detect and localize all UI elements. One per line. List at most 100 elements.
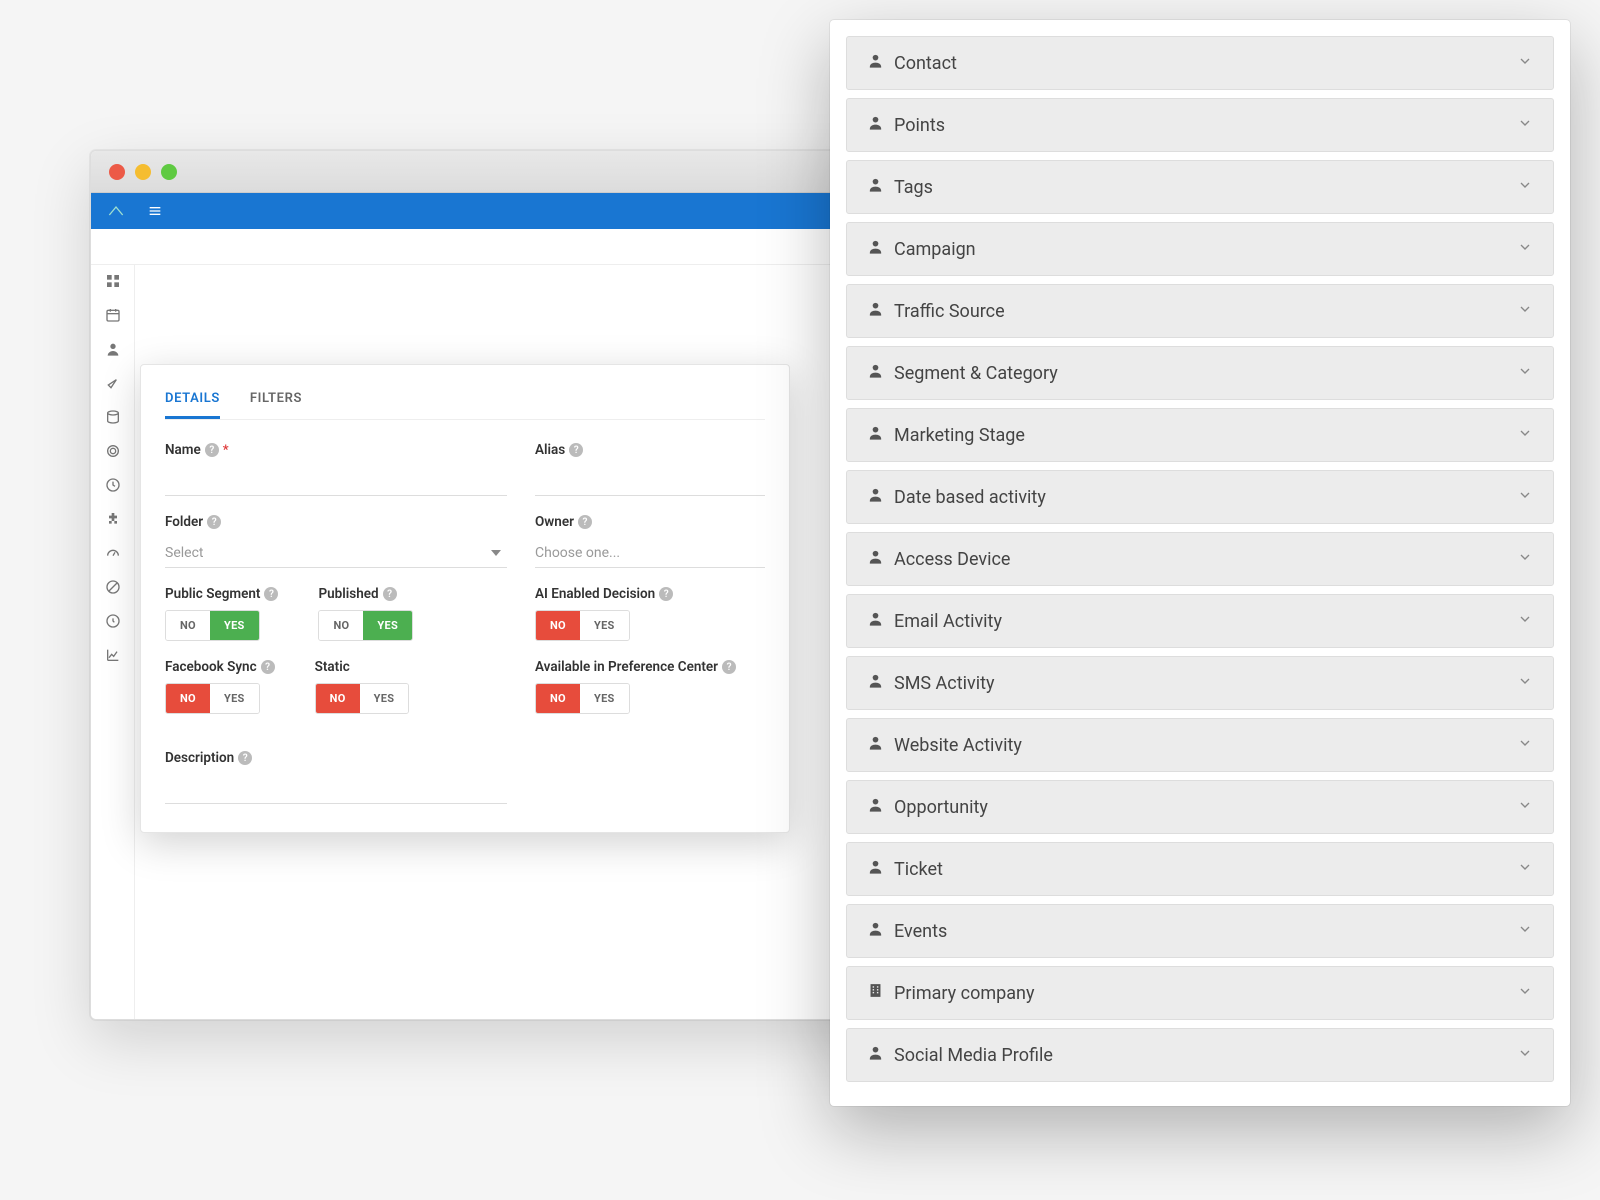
folder-select[interactable]: Select [165,538,507,568]
public-segment-toggle[interactable]: NO YES [165,610,260,641]
user-icon [867,610,884,632]
target-icon[interactable] [103,441,123,461]
static-toggle[interactable]: NO YES [315,683,410,714]
close-icon[interactable] [109,164,125,180]
toggle-no[interactable]: NO [166,684,210,713]
help-icon[interactable]: ? [578,515,592,529]
toggle-no[interactable]: NO [166,611,210,640]
accordion-item[interactable]: Traffic Source [846,284,1554,338]
accordion-item[interactable]: Tags [846,160,1554,214]
help-icon[interactable]: ? [238,751,252,765]
accordion-label: Segment & Category [894,363,1058,384]
facebook-sync-toggle[interactable]: NO YES [165,683,260,714]
tab-filters[interactable]: FILTERS [250,391,302,419]
accordion-label: Contact [894,53,957,74]
accordion-label: Points [894,115,945,136]
toggle-no[interactable]: NO [316,684,360,713]
maximize-icon[interactable] [161,164,177,180]
user-icon [867,362,884,384]
accordion-label: Website Activity [894,735,1022,756]
accordion-item[interactable]: Contact [846,36,1554,90]
toggle-no[interactable]: NO [536,611,580,640]
chevron-down-icon [1517,301,1533,321]
accordion-item[interactable]: Social Media Profile [846,1028,1554,1082]
pref-center-toggle[interactable]: NO YES [535,683,630,714]
description-input[interactable] [165,778,507,804]
toggle-yes[interactable]: YES [580,684,629,713]
required-indicator: * [223,443,229,458]
accordion-item[interactable]: SMS Activity [846,656,1554,710]
chevron-down-icon [1517,797,1533,817]
published-label: Published ? [318,586,413,602]
chevron-down-icon [1517,115,1533,135]
help-icon[interactable]: ? [261,660,275,674]
accordion-item[interactable]: Email Activity [846,594,1554,648]
clock2-icon[interactable] [103,611,123,631]
help-icon[interactable]: ? [205,443,219,457]
chevron-down-icon [1517,611,1533,631]
toggle-yes[interactable]: YES [363,611,412,640]
description-label: Description ? [165,750,507,766]
accordion-item[interactable]: Events [846,904,1554,958]
accordion-item[interactable]: Date based activity [846,470,1554,524]
accordion-item[interactable]: Marketing Stage [846,408,1554,462]
accordion-label: Events [894,921,947,942]
chart-icon[interactable] [103,645,123,665]
facebook-sync-label: Facebook Sync ? [165,659,275,675]
app-logo-icon [101,203,131,219]
chevron-down-icon [1517,239,1533,259]
help-icon[interactable]: ? [659,587,673,601]
help-icon[interactable]: ? [383,587,397,601]
chevron-down-icon [1517,177,1533,197]
dashboard-icon[interactable] [103,271,123,291]
clock-icon[interactable] [103,475,123,495]
alias-input[interactable] [535,466,765,496]
user-icon [867,548,884,570]
toggle-no[interactable]: NO [536,684,580,713]
plugin-icon[interactable] [103,509,123,529]
toggle-yes[interactable]: YES [580,611,629,640]
user-icon [867,796,884,818]
help-icon[interactable]: ? [722,660,736,674]
chevron-down-icon [1517,549,1533,569]
owner-select[interactable]: Choose one... [535,538,765,568]
accordion-item[interactable]: Ticket [846,842,1554,896]
chevron-down-icon [1517,983,1533,1003]
accordion-item[interactable]: Campaign [846,222,1554,276]
accordion-item[interactable]: Segment & Category [846,346,1554,400]
accordion-item[interactable]: Opportunity [846,780,1554,834]
toggle-no[interactable]: NO [319,611,363,640]
help-icon[interactable]: ? [264,587,278,601]
name-input[interactable] [165,466,507,496]
name-label: Name ? * [165,442,507,458]
accordion-label: Tags [894,177,933,198]
calendar-icon[interactable] [103,305,123,325]
published-toggle[interactable]: NO YES [318,610,413,641]
accordion-label: Access Device [894,549,1010,570]
user-icon [867,176,884,198]
help-icon[interactable]: ? [569,443,583,457]
minimize-icon[interactable] [135,164,151,180]
accordion-item[interactable]: Primary company [846,966,1554,1020]
database-icon[interactable] [103,407,123,427]
help-icon[interactable]: ? [207,515,221,529]
accordion-item[interactable]: Access Device [846,532,1554,586]
accordion-item[interactable]: Points [846,98,1554,152]
block-icon[interactable] [103,577,123,597]
user-icon [867,424,884,446]
ai-decision-toggle[interactable]: NO YES [535,610,630,641]
tab-details[interactable]: DETAILS [165,391,220,419]
user-icon [867,300,884,322]
toggle-yes[interactable]: YES [210,611,259,640]
user-icon [867,238,884,260]
chevron-down-icon [1517,425,1533,445]
rocket-icon[interactable] [103,373,123,393]
accordion-item[interactable]: Website Activity [846,718,1554,772]
gauge-icon[interactable] [103,543,123,563]
user-icon[interactable] [103,339,123,359]
hamburger-icon[interactable] [141,200,169,222]
toggle-yes[interactable]: YES [360,684,409,713]
toggle-yes[interactable]: YES [210,684,259,713]
user-icon [867,486,884,508]
accordion-label: Ticket [894,859,943,880]
